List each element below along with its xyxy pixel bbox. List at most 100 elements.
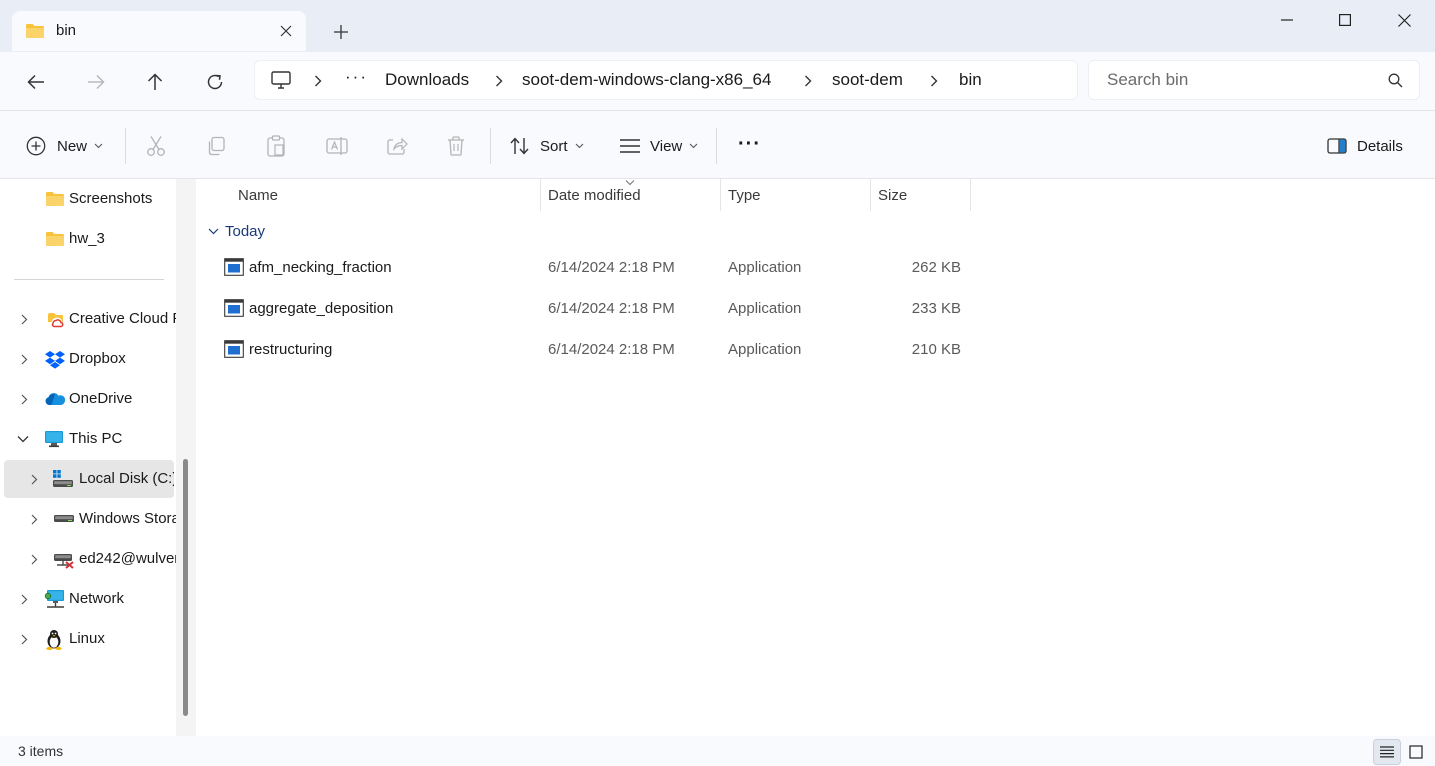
- sidebar-item-label: OneDrive: [69, 390, 133, 407]
- share-icon[interactable]: [386, 133, 408, 159]
- column-divider[interactable]: [970, 179, 971, 211]
- local-disk-icon: [52, 469, 74, 489]
- plus-circle-icon: [26, 136, 46, 156]
- sidebar-item-ed242-wulver[interactable]: ed242@wulver: [0, 540, 176, 578]
- sidebar-item-network[interactable]: Network: [0, 580, 176, 618]
- chevron-right-icon: [927, 74, 941, 88]
- file-type: Application: [728, 259, 802, 276]
- file-row-afm-necking-fraction[interactable]: afm_necking_fraction 6/14/2024 2:18 PM A…: [214, 249, 974, 287]
- new-button[interactable]: New: [26, 133, 103, 159]
- file-size: 233 KB: [911, 300, 961, 317]
- column-header-date-modified[interactable]: Date modified: [540, 179, 720, 212]
- column-header-size[interactable]: Size: [870, 179, 970, 212]
- tab-bin[interactable]: bin: [12, 11, 306, 51]
- navigation-pane: Screenshots hw_3 Creative Cloud Files Dr…: [0, 179, 196, 736]
- application-exe-icon: [224, 340, 244, 358]
- details-pane-button[interactable]: Details: [1327, 133, 1403, 159]
- sidebar-item-local-disk-c[interactable]: Local Disk (C:): [4, 460, 174, 498]
- tab-close-icon[interactable]: [276, 21, 296, 41]
- maximize-icon[interactable]: [1322, 7, 1368, 33]
- chevron-down-icon: [689, 143, 698, 149]
- file-name: aggregate_deposition: [249, 300, 394, 317]
- file-name: afm_necking_fraction: [249, 259, 392, 276]
- file-list: Name Date modified Type Size Today afm_n…: [196, 179, 1435, 736]
- paste-clipboard-icon[interactable]: [266, 133, 286, 159]
- sort-button[interactable]: Sort: [510, 133, 584, 159]
- sort-button-label: Sort: [540, 137, 568, 155]
- rename-icon[interactable]: [326, 133, 348, 159]
- refresh-icon[interactable]: [201, 68, 229, 96]
- chevron-right-icon[interactable]: [27, 552, 41, 566]
- creative-cloud-icon: [45, 310, 65, 330]
- onedrive-icon: [44, 392, 66, 406]
- breadcrumb-overflow[interactable]: ···: [345, 67, 368, 87]
- chevron-down-icon[interactable]: [16, 432, 30, 446]
- breadcrumb-bin[interactable]: bin: [959, 70, 982, 90]
- file-row-aggregate-deposition[interactable]: aggregate_deposition 6/14/2024 2:18 PM A…: [214, 290, 974, 328]
- file-row-restructuring[interactable]: restructuring 6/14/2024 2:18 PM Applicat…: [214, 331, 974, 369]
- close-window-icon[interactable]: [1381, 7, 1427, 33]
- tiles-view-icon[interactable]: [1402, 739, 1430, 765]
- folder-icon: [45, 231, 65, 247]
- forward-arrow-icon[interactable]: [82, 68, 110, 96]
- chevron-right-icon[interactable]: [17, 312, 31, 326]
- delete-trash-icon[interactable]: [447, 133, 465, 159]
- file-type: Application: [728, 341, 802, 358]
- sidebar-item-onedrive[interactable]: OneDrive: [0, 380, 176, 418]
- copy-icon[interactable]: [206, 133, 226, 159]
- folder-icon: [25, 23, 45, 39]
- sidebar-item-hw-3[interactable]: hw_3: [0, 220, 176, 258]
- chevron-right-icon: [311, 74, 325, 88]
- chevron-right-icon[interactable]: [27, 512, 41, 526]
- search-box[interactable]: [1088, 60, 1420, 100]
- sidebar-item-label: This PC: [69, 430, 123, 447]
- navigation-bar: ··· Downloads soot-dem-windows-clang-x86…: [0, 52, 1435, 110]
- sidebar-item-label: Windows Storage: [79, 510, 176, 527]
- sidebar-item-windows-storage[interactable]: Windows Storage: [0, 500, 176, 538]
- sidebar-item-label: Local Disk (C:): [79, 470, 174, 487]
- sidebar-item-label: Linux: [69, 630, 105, 647]
- details-button-label: Details: [1357, 137, 1403, 155]
- application-exe-icon: [224, 299, 244, 317]
- sidebar-item-dropbox[interactable]: Dropbox: [0, 340, 176, 378]
- column-header-label: Size: [878, 187, 908, 204]
- breadcrumb-soot-dem-windows[interactable]: soot-dem-windows-clang-x86_64: [522, 70, 771, 90]
- linux-penguin-icon: [45, 629, 63, 650]
- column-header-type[interactable]: Type: [720, 179, 870, 212]
- search-icon[interactable]: [1388, 73, 1403, 88]
- file-size: 210 KB: [911, 341, 961, 358]
- minimize-icon[interactable]: [1264, 7, 1310, 33]
- sidebar-divider: [14, 279, 164, 280]
- column-header-label: Type: [728, 187, 761, 204]
- sidebar-item-this-pc[interactable]: This PC: [0, 420, 176, 458]
- monitor-icon: [271, 71, 291, 89]
- chevron-right-icon[interactable]: [27, 472, 41, 486]
- breadcrumb-soot-dem[interactable]: soot-dem: [832, 70, 903, 90]
- view-button[interactable]: View: [619, 133, 698, 159]
- chevron-right-icon[interactable]: [17, 592, 31, 606]
- file-date-modified: 6/14/2024 2:18 PM: [548, 259, 675, 276]
- chevron-right-icon[interactable]: [17, 632, 31, 646]
- new-tab-plus-icon[interactable]: [330, 21, 352, 43]
- search-input[interactable]: [1089, 61, 1379, 99]
- item-count: 3 items: [18, 743, 64, 759]
- up-arrow-icon[interactable]: [141, 68, 169, 96]
- dropbox-icon: [45, 350, 65, 369]
- breadcrumb-downloads[interactable]: Downloads: [385, 70, 469, 90]
- chevron-right-icon[interactable]: [17, 352, 31, 366]
- column-header-name[interactable]: Name: [196, 179, 540, 212]
- sidebar-item-linux[interactable]: Linux: [0, 620, 176, 658]
- back-arrow-icon[interactable]: [22, 68, 50, 96]
- address-bar[interactable]: ··· Downloads soot-dem-windows-clang-x86…: [254, 60, 1078, 100]
- sidebar-item-screenshots[interactable]: Screenshots: [0, 180, 176, 218]
- more-options-button[interactable]: ···: [738, 131, 761, 157]
- sidebar-scrollbar-thumb[interactable]: [183, 459, 188, 716]
- cut-scissors-icon[interactable]: [146, 133, 166, 159]
- group-header-today[interactable]: Today: [208, 223, 265, 240]
- sidebar-item-creative-cloud[interactable]: Creative Cloud Files: [0, 300, 176, 338]
- folder-icon: [45, 191, 65, 207]
- sidebar-item-label: Network: [69, 590, 125, 607]
- chevron-right-icon[interactable]: [17, 392, 31, 406]
- chevron-down-icon: [94, 143, 103, 149]
- details-view-icon[interactable]: [1373, 739, 1401, 765]
